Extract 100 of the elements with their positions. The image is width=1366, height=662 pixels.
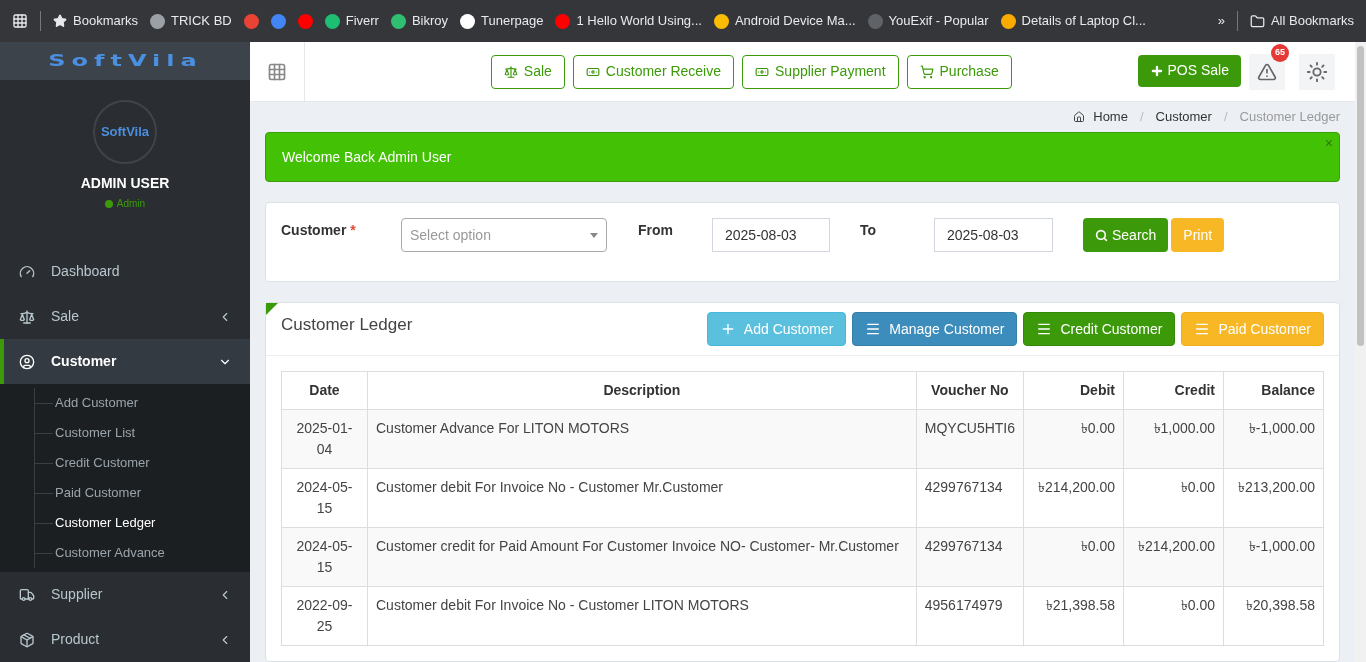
ledger-action-button[interactable]: Manage Customer xyxy=(852,312,1018,346)
plus-icon xyxy=(1149,63,1164,78)
favicon-icon xyxy=(1000,13,1016,29)
table-cell: 2022-09-25 xyxy=(281,586,368,646)
settings-icon xyxy=(1306,60,1328,83)
submenu-item[interactable]: Add Customer xyxy=(55,393,139,413)
breadcrumb-link[interactable]: Home xyxy=(1093,107,1128,127)
table-cell: ৳1,000.00 xyxy=(1123,409,1224,469)
table-cell: Customer credit for Paid Amount For Customer Invoice NO- Customer- Mr.Customer xyxy=(367,527,917,587)
user-role: Admin xyxy=(116,197,146,211)
from-date-field[interactable]: 2025-08-03 xyxy=(712,218,830,252)
from-label: From xyxy=(638,221,674,240)
table-cell: ৳-1,000.00 xyxy=(1223,527,1324,587)
table-cell: 4299767134 xyxy=(916,468,1024,528)
all-bookmarks-item[interactable]: All Bookmarks xyxy=(1249,11,1354,31)
favicon-icon xyxy=(390,13,406,29)
table-cell: 2024-05-15 xyxy=(281,527,368,587)
warning-button[interactable] xyxy=(1249,53,1285,90)
quick-action-button[interactable]: Purchase xyxy=(906,54,1012,89)
favicon-icon xyxy=(460,13,476,29)
apps-icon[interactable] xyxy=(12,13,28,29)
bookmark-item[interactable]: Fiverr xyxy=(324,11,379,31)
submenu-item[interactable]: Customer List xyxy=(55,423,136,443)
bookmark-item[interactable] xyxy=(270,13,286,29)
submenu-item[interactable]: Customer Advance xyxy=(55,543,165,563)
list-icon xyxy=(865,321,882,337)
sidebar-item[interactable]: Product xyxy=(0,617,250,662)
sidebar-item[interactable]: Customer xyxy=(0,339,250,384)
column-header: Description xyxy=(367,371,917,410)
breadcrumb-separator: / xyxy=(1222,108,1229,127)
user-name: ADMIN USER xyxy=(80,174,170,193)
favicon-icon xyxy=(867,13,883,29)
table-cell: 4299767134 xyxy=(916,527,1024,587)
warning-icon xyxy=(1257,61,1277,82)
favicon-icon xyxy=(555,13,571,29)
bookmark-item[interactable]: Bikroy xyxy=(390,11,449,31)
submenu-item[interactable]: Customer Ledger xyxy=(55,513,156,533)
bookmark-item[interactable]: YouExif - Popular xyxy=(867,11,989,31)
table-cell: ৳0.00 xyxy=(1123,586,1224,646)
quick-action-button[interactable]: Sale xyxy=(490,54,565,89)
to-date-field[interactable]: 2025-08-03 xyxy=(934,218,1053,252)
table-cell: Customer debit For Invoice No - Customer Mr.Customer xyxy=(367,468,917,528)
breadcrumb-link[interactable]: Customer xyxy=(1155,107,1212,127)
corner-mark-icon xyxy=(266,303,278,315)
table-cell: ৳0.00 xyxy=(1023,527,1124,587)
caret-icon xyxy=(590,232,598,238)
folder-icon xyxy=(1249,13,1265,29)
table-cell: Customer debit For Invoice No - Customer LITON MOTORS xyxy=(367,586,917,646)
submenu-item[interactable]: Paid Customer xyxy=(55,483,141,503)
favicon-icon xyxy=(150,13,166,29)
quick-action-button[interactable]: Customer Receive xyxy=(572,54,734,89)
bookmark-item[interactable]: Details of Laptop Cl... xyxy=(1000,11,1146,31)
favicon-icon xyxy=(324,13,340,29)
bookmark-item[interactable]: Android Device Ma... xyxy=(713,11,856,31)
list-icon xyxy=(1036,321,1053,337)
more-bookmarks-button[interactable]: » xyxy=(1217,11,1225,31)
star-icon xyxy=(53,14,67,28)
bookmark-item[interactable]: Tunerpage xyxy=(460,11,544,31)
sidebar-item[interactable]: Dashboard xyxy=(0,249,250,294)
column-header: Balance xyxy=(1223,371,1324,410)
bookmark-item[interactable]: 1 Hello World Using... xyxy=(555,11,702,31)
table-cell: ৳-1,000.00 xyxy=(1223,409,1324,469)
submenu-item[interactable]: Credit Customer xyxy=(55,453,150,473)
bookmark-item[interactable] xyxy=(297,13,313,29)
table-cell: 2025-01-04 xyxy=(281,409,368,469)
quick-action-button[interactable]: Supplier Payment xyxy=(742,54,899,89)
search-button[interactable]: Search xyxy=(1083,218,1169,252)
ledger-action-button[interactable]: Credit Customer xyxy=(1023,312,1176,346)
table-cell: ৳213,200.00 xyxy=(1223,468,1324,528)
to-label: To xyxy=(860,221,878,240)
table-cell: 2024-05-15 xyxy=(281,468,368,528)
table-cell: ৳0.00 xyxy=(1123,468,1224,528)
grid-menu-icon[interactable] xyxy=(267,61,287,82)
favicon-icon xyxy=(713,13,729,29)
scrollbar-thumb[interactable] xyxy=(1357,46,1364,346)
home-icon xyxy=(1073,111,1086,123)
table-cell: ৳21,398.58 xyxy=(1023,586,1124,646)
favicon-icon xyxy=(297,13,313,29)
settings-button[interactable] xyxy=(1299,53,1335,90)
favicon-icon xyxy=(243,13,259,29)
alert-text: Welcome Back Admin User xyxy=(282,147,452,167)
bookmark-item[interactable] xyxy=(243,13,259,29)
bookmark-item[interactable]: TRICK BD xyxy=(150,11,232,31)
ledger-title: Customer Ledger xyxy=(281,314,414,337)
customer-label: Customer * xyxy=(281,221,357,240)
table-cell: ৳0.00 xyxy=(1023,409,1124,469)
column-header: Debit xyxy=(1023,371,1124,410)
table-cell: 4956174979 xyxy=(916,586,1024,646)
bookmark-item[interactable]: Bookmarks xyxy=(53,11,139,31)
sidebar-item[interactable]: Sale xyxy=(0,294,250,339)
pos-sale-button[interactable]: POS Sale xyxy=(1137,54,1241,87)
breadcrumb-separator: / xyxy=(1138,108,1145,127)
scale-icon xyxy=(503,64,518,79)
column-header: Credit xyxy=(1123,371,1224,410)
table-cell: ৳214,200.00 xyxy=(1023,468,1124,528)
list-icon xyxy=(1194,321,1211,337)
table-cell: ৳20,398.58 xyxy=(1223,586,1324,646)
sidebar-item[interactable]: Supplier xyxy=(0,572,250,617)
table-cell: ৳214,200.00 xyxy=(1123,527,1224,587)
cart-icon xyxy=(919,64,934,79)
